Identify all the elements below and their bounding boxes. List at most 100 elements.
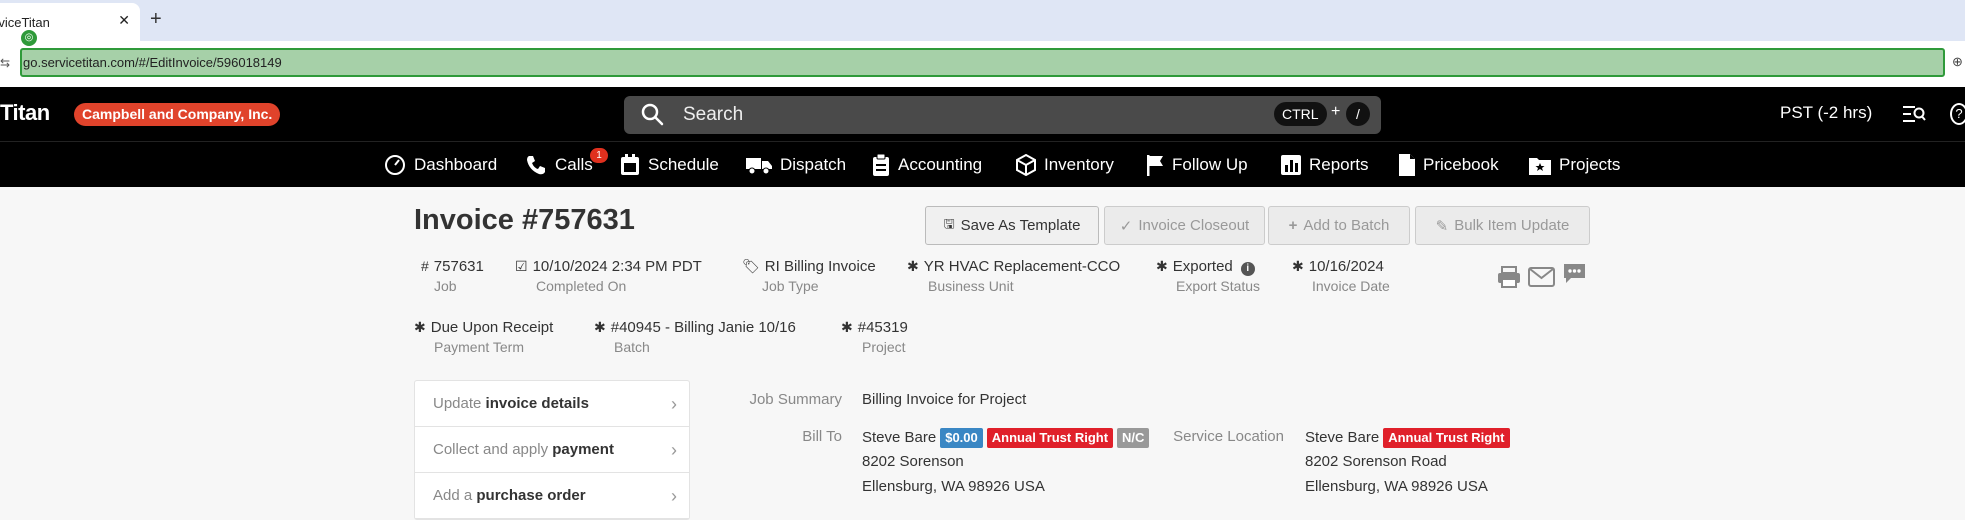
url-field[interactable] [20, 48, 1945, 77]
comment-icon[interactable] [1562, 263, 1587, 285]
project[interactable]: ✱ #45319 [841, 319, 908, 336]
nav-label: Accounting [898, 155, 983, 174]
payment-term-label: Payment Term [434, 339, 524, 355]
site-settings-icon[interactable]: ⇆ [0, 56, 10, 70]
nav-pricebook[interactable]: Pricebook [1399, 154, 1499, 176]
dashboard-icon [385, 155, 405, 175]
logo[interactable]: Titan [0, 100, 50, 126]
business-unit-label: Business Unit [928, 278, 1014, 294]
job-type-label: Job Type [762, 278, 819, 294]
asterisk-icon: ✱ [414, 319, 426, 335]
batch-label: Batch [614, 339, 650, 355]
shortcut-slash: / [1346, 102, 1370, 126]
job-summary-label: Job Summary [749, 391, 842, 408]
collect-apply-payment[interactable]: Collect and apply payment › [415, 427, 689, 473]
bill-to-name[interactable]: Steve Bare [862, 429, 936, 446]
nav-reports[interactable]: Reports [1281, 154, 1369, 176]
phone-icon [527, 156, 545, 175]
help-icon[interactable]: ? [1950, 103, 1965, 125]
bill-to-address1: 8202 Sorenson [862, 453, 964, 470]
balance-badge: $0.00 [940, 428, 983, 448]
asterisk-icon: ✱ [594, 319, 606, 335]
company-badge[interactable]: Campbell and Company, Inc. [74, 103, 281, 126]
timezone-label[interactable]: PST (-2 hrs) [1780, 103, 1872, 123]
flag-icon [1147, 155, 1163, 176]
pencil-icon: ✎ [1435, 217, 1449, 235]
add-to-batch-button[interactable]: + Add to Batch [1268, 206, 1410, 245]
zoom-icon[interactable]: ⊕ [1952, 54, 1963, 70]
membership-badge: Annual Trust Right [986, 428, 1114, 448]
shortcut-ctrl: CTRL [1274, 102, 1327, 126]
invoice-date[interactable]: ✱ 10/16/2024 [1292, 258, 1384, 275]
calls-badge: 1 [590, 148, 608, 163]
book-icon [1399, 154, 1415, 176]
nav-label: Inventory [1044, 155, 1114, 174]
new-tab-icon[interactable]: + [150, 8, 162, 31]
job-label: Job [434, 278, 457, 294]
invoice-date-label: Invoice Date [1312, 278, 1390, 294]
extension-icon[interactable]: ◎ [21, 30, 37, 46]
menu-search-icon[interactable] [1902, 104, 1926, 124]
invoice-closeout-button[interactable]: ✓ Invoice Closeout [1104, 206, 1265, 245]
tab-title: rviceTitan [0, 14, 50, 30]
service-location-address1: 8202 Sorenson Road [1305, 453, 1447, 470]
clipboard-icon [873, 154, 889, 176]
nav-label: Projects [1559, 155, 1621, 174]
bill-to-line: Steve Bare $0.00 Annual Trust Right N/C [862, 428, 1150, 448]
nav-label: Follow Up [1172, 155, 1248, 174]
export-status[interactable]: ✱ Exported i [1156, 258, 1255, 276]
nav-schedule[interactable]: Schedule [620, 154, 719, 176]
hash-icon: # [421, 258, 429, 274]
completed-on-label: Completed On [536, 278, 627, 294]
page-title: Invoice #757631 [414, 204, 635, 236]
nav-label: Dashboard [414, 155, 498, 174]
url-text[interactable]: go.servicetitan.com/#/EditInvoice/596018… [23, 55, 282, 70]
nav-label: Dispatch [780, 155, 847, 174]
asterisk-icon: ✱ [907, 258, 919, 274]
save-as-template-button[interactable]: 🖫 Save As Template [925, 206, 1099, 245]
job-number[interactable]: #757631 [421, 258, 484, 275]
business-unit[interactable]: ✱ YR HVAC Replacement-CCO [907, 258, 1120, 275]
print-icon[interactable] [1497, 266, 1521, 288]
main-nav [0, 141, 1965, 187]
tag-icon: 🏷 [742, 258, 760, 274]
nav-follow-up[interactable]: Follow Up [1146, 154, 1248, 176]
save-icon: 🖫 [943, 215, 955, 231]
close-icon[interactable]: ✕ [118, 12, 130, 29]
plus-icon: + [1288, 217, 1298, 234]
shortcut-plus: + [1331, 103, 1341, 120]
chevron-right-icon: › [671, 394, 677, 414]
info-icon[interactable]: i [1240, 262, 1255, 276]
bill-to-label: Bill To [802, 428, 842, 445]
nav-projects[interactable]: Projects [1529, 154, 1620, 176]
checkbox-icon: ☑ [515, 258, 528, 274]
nav-accounting[interactable]: Accounting [872, 154, 982, 176]
nav-dispatch[interactable]: Dispatch [746, 154, 846, 176]
service-location-name[interactable]: Steve Bare [1305, 429, 1379, 446]
nav-label: Schedule [648, 155, 719, 174]
email-icon[interactable] [1528, 266, 1555, 288]
nc-badge: N/C [1117, 428, 1150, 448]
job-type: 🏷 RI Billing Invoice [742, 258, 876, 275]
nav-calls[interactable]: Calls [525, 154, 593, 176]
calendar-icon [621, 154, 639, 175]
nav-inventory[interactable]: Inventory [1016, 154, 1114, 176]
nav-label: Calls [555, 155, 593, 174]
bill-to-address2: Ellensburg, WA 98926 USA [862, 478, 1045, 495]
asterisk-icon: ✱ [841, 319, 853, 335]
update-invoice-details[interactable]: Update invoice details › [415, 381, 689, 427]
box-icon [1016, 154, 1036, 176]
folder-star-icon [1529, 158, 1551, 175]
nav-dashboard[interactable]: Dashboard [384, 154, 497, 176]
asterisk-icon: ✱ [1292, 258, 1304, 274]
batch[interactable]: ✱ #40945 - Billing Janie 10/16 [594, 319, 796, 336]
service-location-address2: Ellensburg, WA 98926 USA [1305, 478, 1488, 495]
completed-on: ☑ 10/10/2024 2:34 PM PDT [515, 258, 702, 275]
bar-chart-icon [1281, 155, 1301, 175]
bulk-item-update-button[interactable]: ✎ Bulk Item Update [1415, 206, 1590, 245]
check-icon: ✓ [1119, 217, 1133, 235]
job-summary-value[interactable]: Billing Invoice for Project [862, 391, 1026, 408]
add-purchase-order[interactable]: Add a purchase order › [415, 473, 689, 519]
payment-term[interactable]: ✱ Due Upon Receipt [414, 319, 553, 336]
search-placeholder: Search [683, 104, 744, 125]
